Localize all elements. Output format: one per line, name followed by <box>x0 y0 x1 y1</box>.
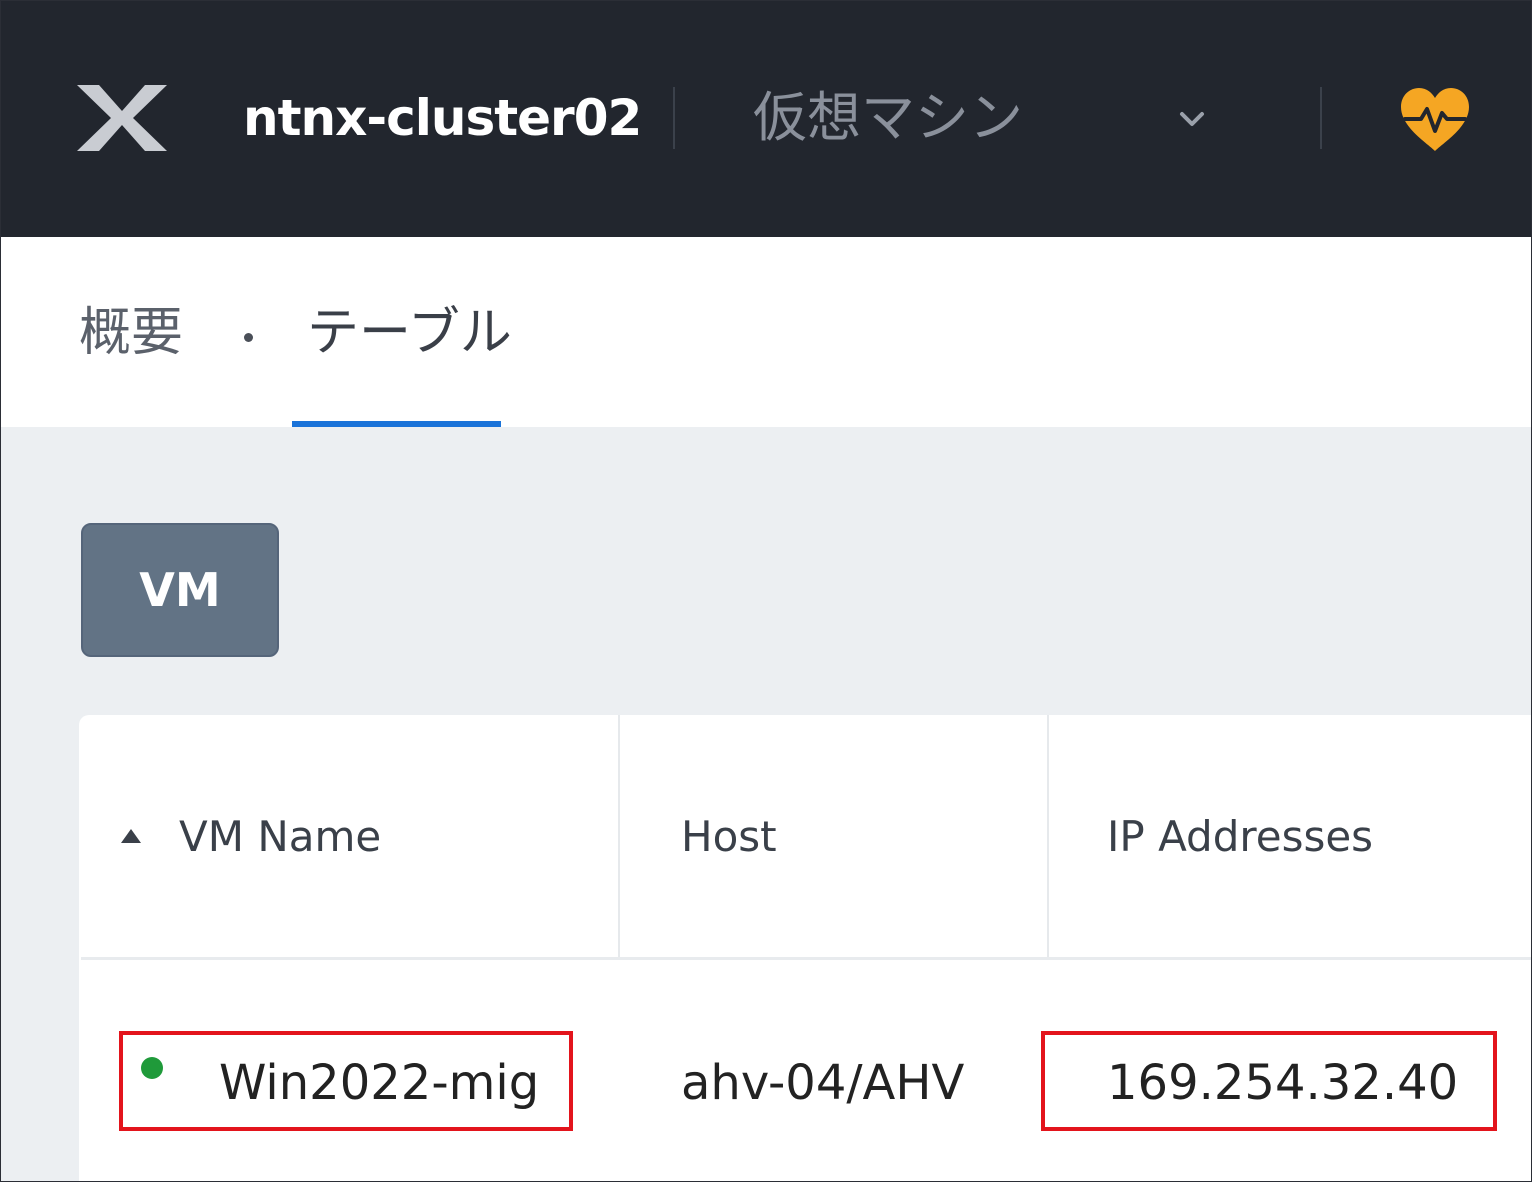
tab-overview[interactable]: 概要 <box>79 293 183 373</box>
app-frame: ntnx-cluster02 仮想マシン 概要 テーブル VM VM Name <box>0 0 1532 1182</box>
divider <box>1320 87 1322 149</box>
vm-table: VM Name Host IP Addresses Win2022-mig ah… <box>79 715 1531 1181</box>
cluster-name[interactable]: ntnx-cluster02 <box>243 85 642 151</box>
divider <box>673 87 675 149</box>
health-heart-icon[interactable] <box>1397 85 1473 153</box>
main-content: VM VM Name Host IP Addresses Win2022-mig… <box>1 427 1531 1181</box>
chevron-down-icon <box>1180 112 1204 126</box>
sort-ascending-icon[interactable] <box>119 827 143 845</box>
annotation-highlight-box <box>1041 1031 1497 1131</box>
vm-filter-button[interactable]: VM <box>81 523 279 657</box>
entity-selector-label: 仮想マシン <box>753 86 1023 149</box>
view-tabs: 概要 テーブル <box>1 237 1531 427</box>
tab-separator-dot <box>244 333 253 342</box>
column-divider <box>1047 715 1049 959</box>
column-header-ip-addresses[interactable]: IP Addresses <box>1107 715 1373 959</box>
annotation-highlight-box <box>119 1031 573 1131</box>
column-header-vm-name[interactable]: VM Name <box>179 715 381 959</box>
host-cell: ahv-04/AHV <box>681 1055 965 1111</box>
header-divider <box>81 957 1531 960</box>
nutanix-logo-icon[interactable] <box>77 85 167 151</box>
column-divider <box>618 715 620 959</box>
column-header-host[interactable]: Host <box>681 715 777 959</box>
tab-table[interactable]: テーブル <box>307 293 512 373</box>
top-navigation-bar: ntnx-cluster02 仮想マシン <box>1 1 1531 237</box>
entity-selector-dropdown[interactable]: 仮想マシン <box>701 81 1241 155</box>
